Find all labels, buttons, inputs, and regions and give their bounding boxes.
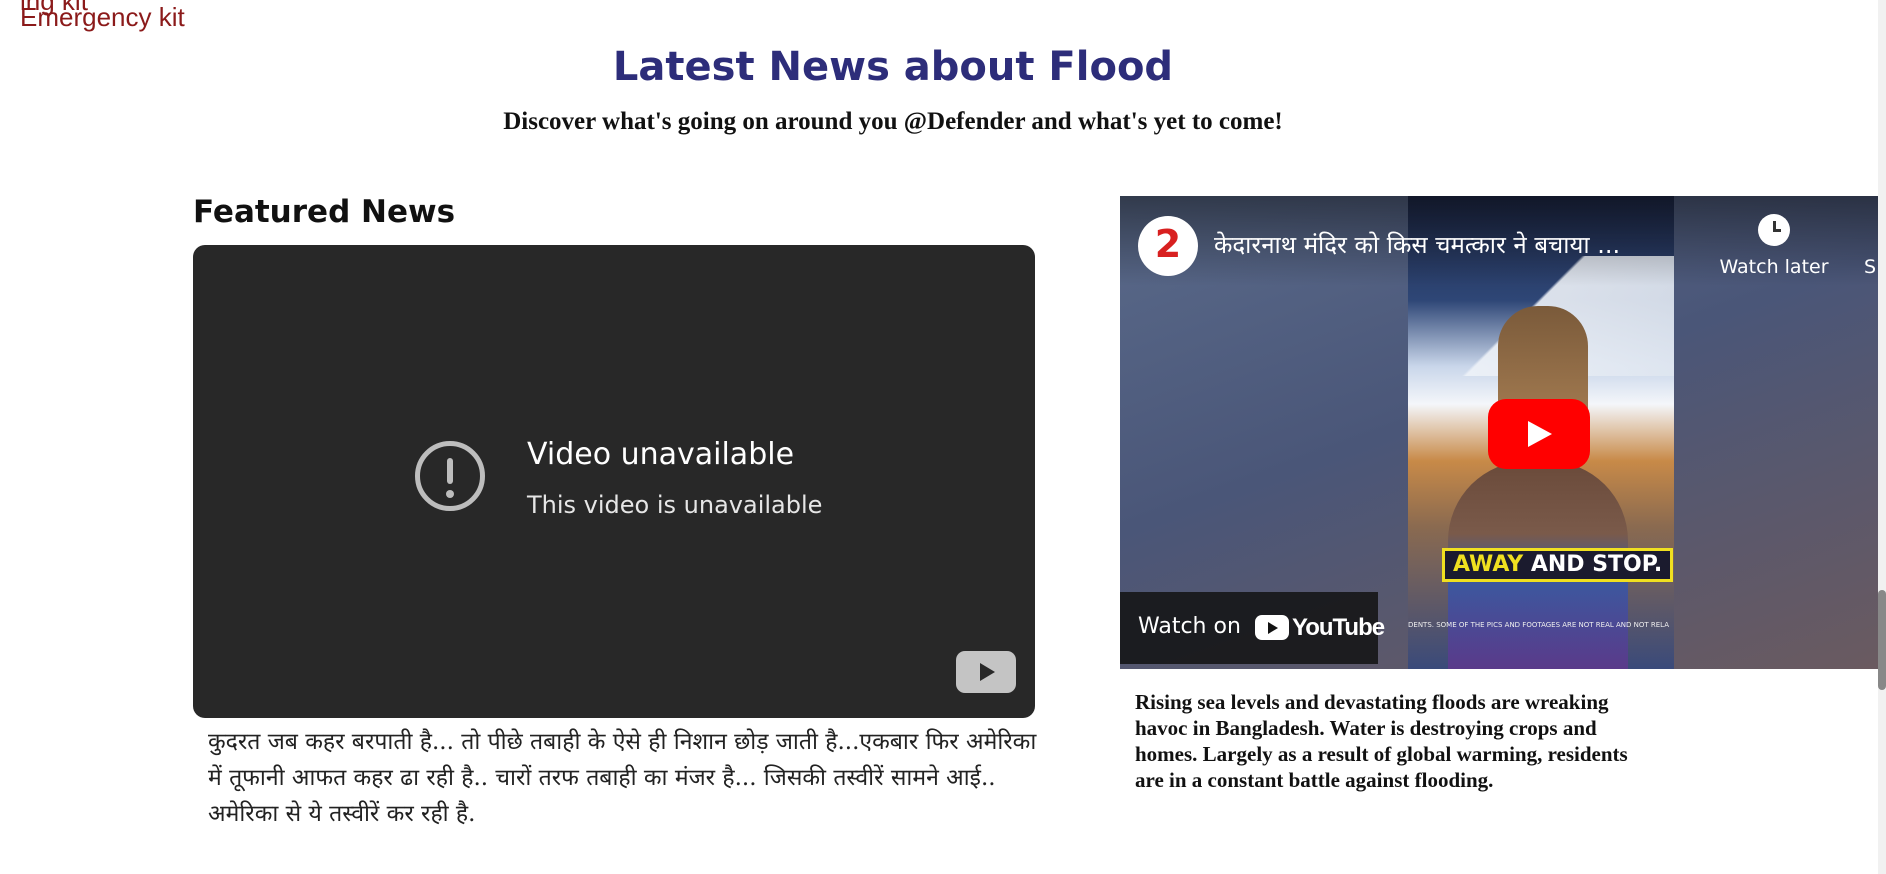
play-icon — [1528, 421, 1552, 447]
video-error-message: This video is unavailable — [527, 491, 823, 519]
channel-avatar[interactable]: 2 — [1138, 216, 1198, 276]
featured-video-player[interactable]: Video unavailable This video is unavaila… — [193, 245, 1035, 718]
watch-later-label: Watch later — [1719, 256, 1829, 278]
embedded-youtube-video[interactable]: AWAY AND STOP. DENTS. SOME OF THE PICS A… — [1120, 196, 1878, 669]
video-error-title: Video unavailable — [527, 437, 795, 472]
watch-later-button[interactable]: Watch later — [1714, 214, 1834, 284]
emergency-kit-link[interactable]: Emergency kit — [20, 2, 185, 33]
youtube-wordmark: YouTube — [1292, 614, 1385, 641]
embed-video-title[interactable]: केदारनाथ मंदिर को किस चमत्कार ने बचाया .… — [1214, 228, 1694, 261]
youtube-icon — [1255, 615, 1289, 640]
scrollbar-thumb[interactable] — [1878, 590, 1886, 690]
watch-on-label: Watch on — [1138, 614, 1241, 639]
embed-caption: Rising sea levels and devastating floods… — [1135, 690, 1628, 792]
featured-news-heading: Featured News — [193, 194, 456, 230]
clock-icon — [1758, 214, 1790, 246]
thumbnail-banner: AWAY AND STOP. — [1442, 548, 1674, 582]
thumbnail-disclaimer: DENTS. SOME OF THE PICS AND FOOTAGES ARE… — [1408, 621, 1670, 629]
share-button[interactable]: S — [1864, 256, 1876, 278]
featured-news-caption: कुदरत जब कहर बरपाती है... तो पीछे तबाही … — [208, 729, 1037, 827]
exclamation-circle-icon — [415, 441, 485, 511]
youtube-logo-button[interactable] — [956, 651, 1016, 693]
page-scrollbar[interactable] — [1878, 0, 1886, 874]
page-title: Latest News about Flood — [612, 44, 1174, 90]
watch-on-youtube-button[interactable]: Watch on YouTube — [1120, 592, 1385, 664]
play-button[interactable] — [1488, 399, 1590, 469]
page-subtitle: Discover what's going on around you @Def… — [503, 108, 1283, 135]
